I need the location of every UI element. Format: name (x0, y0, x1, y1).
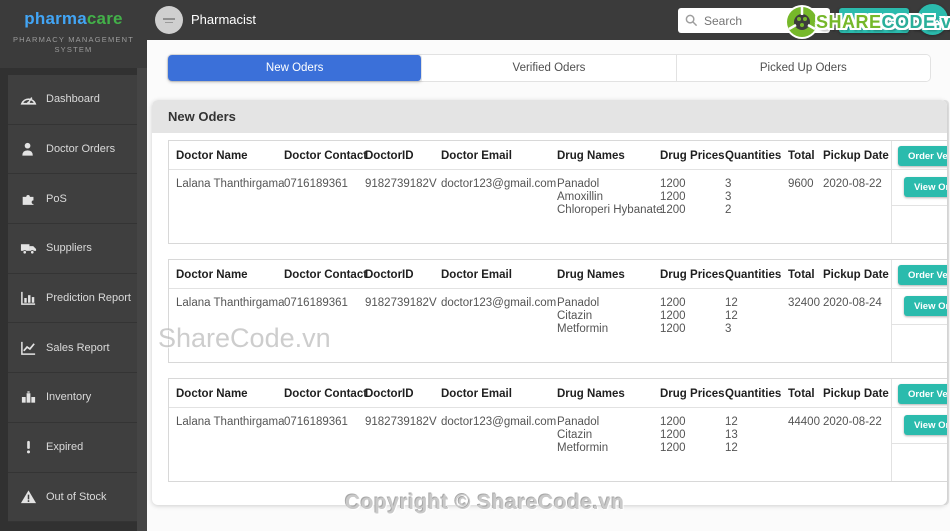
pickup-date: 2020-08-24 (823, 297, 882, 310)
view-order-button[interactable]: View Order (904, 415, 947, 435)
tab-picked-up-orders[interactable]: Picked Up Oders (677, 55, 930, 81)
avatar[interactable] (155, 6, 183, 34)
settings-button[interactable] (917, 4, 948, 35)
doctor-name: Lalana Thanthirgama (176, 416, 284, 429)
drug-names: PanadolCitazinMetformin (557, 416, 608, 455)
order-card: Doctor Name Doctor Contact DoctorID Doct… (168, 140, 947, 244)
search-box[interactable] (678, 8, 830, 33)
order-verify-button[interactable]: Order Verify (898, 384, 947, 404)
sidebar-item-doctor-orders[interactable]: Doctor Orders (8, 125, 137, 175)
panel-title: New Oders (152, 100, 947, 133)
pickup-date: 2020-08-22 (823, 178, 882, 191)
order-total: 9600 (788, 178, 814, 191)
order-tabs: New Oders Verified Oders Picked Up Oders (168, 55, 930, 81)
doctor-contact: 0716189361 (284, 297, 348, 310)
order-card: Doctor Name Doctor Contact DoctorID Doct… (168, 259, 947, 363)
drug-names: PanadolCitazinMetformin (557, 297, 608, 336)
brand-subtitle: PHARMACY MANAGEMENT SYSTEM (0, 35, 147, 55)
doctor-name: Lalana Thanthirgama (176, 297, 284, 310)
drug-prices: 120012001200 (660, 416, 686, 455)
sidebar: pharmacare PHARMACY MANAGEMENT SYSTEM Da… (0, 0, 147, 531)
search-button[interactable]: Search (839, 8, 909, 33)
sidebar-item-expired[interactable]: Expired (8, 423, 137, 473)
tab-verified-orders[interactable]: Verified Oders (422, 55, 676, 81)
search-icon (685, 14, 698, 27)
new-orders-panel: New Oders Doctor Name Doctor Contact Doc… (152, 100, 947, 505)
drug-prices: 120012001200 (660, 297, 686, 336)
view-order-button[interactable]: View Order (904, 177, 947, 197)
order-total: 44400 (788, 416, 820, 429)
brand-logo[interactable]: pharmacare (0, 0, 147, 29)
view-order-button[interactable]: View Order (904, 296, 947, 316)
pos-icon (20, 191, 37, 207)
drug-names: PanadolAmoxillinChloroperi Hybanate (557, 178, 662, 217)
sidebar-item-dashboard[interactable]: Dashboard (8, 75, 137, 125)
order-verify-button[interactable]: Order Verify (898, 146, 947, 166)
prediction-report-icon (20, 290, 37, 306)
doctor-orders-icon (20, 141, 37, 157)
drug-prices: 120012001200 (660, 178, 686, 217)
out-of-stock-icon (20, 489, 37, 505)
doctor-id: 9182739182V (365, 416, 437, 429)
sidebar-item-suppliers[interactable]: Suppliers (8, 224, 137, 274)
sidebar-item-pos[interactable]: PoS (8, 174, 137, 224)
sales-report-icon (20, 340, 37, 356)
doctor-name: Lalana Thanthirgama (176, 178, 284, 191)
expired-icon (20, 439, 37, 455)
dashboard-icon (20, 91, 37, 107)
pickup-date: 2020-08-22 (823, 416, 882, 429)
quantities: 12123 (725, 297, 738, 336)
gear-icon (923, 10, 943, 30)
brand-block: pharmacare PHARMACY MANAGEMENT SYSTEM (0, 0, 147, 68)
doctor-email: doctor123@gmail.com (441, 416, 556, 429)
order-total: 32400 (788, 297, 820, 310)
doctor-id: 9182739182V (365, 297, 437, 310)
doctor-email: doctor123@gmail.com (441, 297, 556, 310)
doctor-email: doctor123@gmail.com (441, 178, 556, 191)
tab-new-orders[interactable]: New Oders (168, 55, 422, 81)
sidebar-item-sales-report[interactable]: Sales Report (8, 323, 137, 373)
sidebar-item-inventory[interactable]: Inventory (8, 373, 137, 423)
sidebar-item-out-of-stock[interactable]: Out of Stock (8, 473, 137, 523)
sidebar-item-prediction-report[interactable]: Prediction Report (8, 274, 137, 324)
doctor-contact: 0716189361 (284, 178, 348, 191)
doctor-contact: 0716189361 (284, 416, 348, 429)
search-input[interactable] (704, 14, 814, 28)
suppliers-icon (20, 240, 37, 256)
col-header-doctor-name: Doctor Name (176, 150, 248, 162)
sidebar-scrollbar[interactable] (137, 68, 147, 531)
inventory-icon (20, 389, 37, 405)
order-verify-button[interactable]: Order Verify (898, 265, 947, 285)
user-role-label: Pharmacist (191, 12, 256, 27)
doctor-id: 9182739182V (365, 178, 437, 191)
quantities: 332 (725, 178, 731, 217)
quantities: 121312 (725, 416, 738, 455)
order-card: Doctor Name Doctor Contact DoctorID Doct… (168, 378, 947, 482)
sidebar-menu: Dashboard Doctor Orders PoS Suppliers (8, 75, 137, 522)
top-header-bar: Pharmacist Search (147, 0, 950, 40)
